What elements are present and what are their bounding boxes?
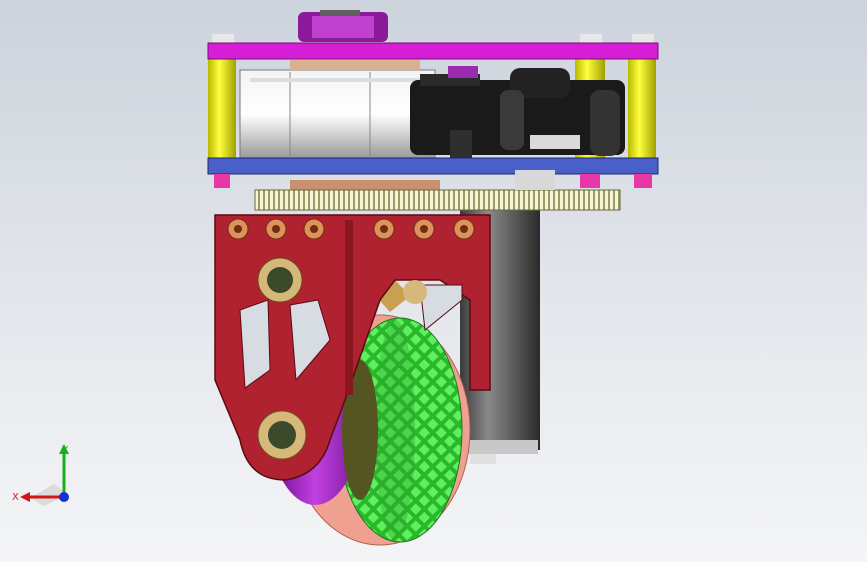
drive-motor[interactable] [239, 60, 436, 159]
x-axis-head [20, 492, 30, 502]
orientation-triad[interactable]: Y X [10, 440, 80, 510]
3d-viewport[interactable]: Y X [0, 0, 867, 562]
top-pulley[interactable] [298, 10, 388, 42]
assembly-model[interactable] [0, 0, 867, 562]
slew-gear[interactable] [254, 170, 621, 211]
top-plate[interactable] [207, 42, 659, 60]
z-axis-dot [59, 492, 69, 502]
x-axis-label: X [12, 492, 19, 503]
y-axis-label: Y [61, 445, 69, 456]
bottom-plate[interactable] [207, 157, 659, 175]
